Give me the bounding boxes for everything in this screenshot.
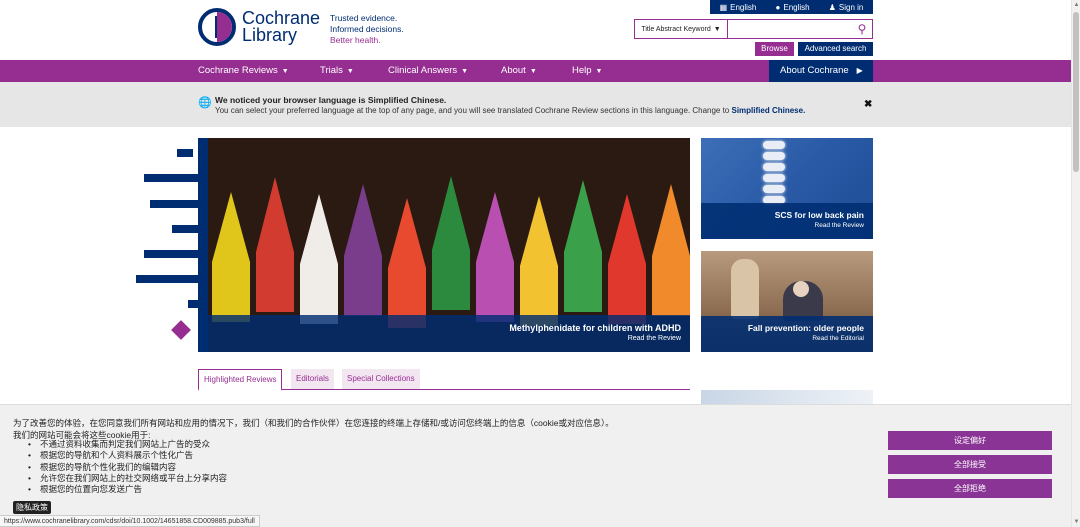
caret-down-icon: ▼ (281, 68, 289, 75)
globe-icon: 🌐 (198, 97, 212, 109)
nav-label: Trials (320, 65, 343, 76)
decor-bar (177, 149, 193, 157)
globe-icon: ● (775, 2, 781, 12)
caret-down-icon: ▼ (346, 68, 354, 75)
utility-bar: ▦ English ● English ♟ Sign in (710, 0, 873, 14)
person-head-image (793, 281, 809, 297)
cochrane-library-logo[interactable]: Cochrane Library (198, 8, 320, 46)
nav-label: About (501, 65, 526, 76)
language-notice-body: You can select your preferred language a… (215, 106, 805, 115)
decor-bar (188, 300, 198, 308)
browse-button[interactable]: Browse (755, 42, 794, 56)
content-tabs: Highlighted Reviews Editorials Special C… (198, 369, 690, 391)
scrollbar-thumb[interactable] (1073, 12, 1079, 172)
cookie-reject-all-button[interactable]: 全部拒绝 (888, 479, 1052, 498)
language-label-2: English (783, 2, 810, 12)
chevron-down-icon: ▼ (713, 25, 721, 33)
card-title: Fall prevention: older people (747, 323, 864, 333)
nav-item-cochrane-reviews[interactable]: Cochrane Reviews ▼ (198, 60, 289, 82)
nav-item-about[interactable]: About ▼ (501, 60, 537, 82)
main-nav: Cochrane Reviews ▼ Trials ▼ Clinical Answe… (0, 60, 1071, 82)
tab-special-collections[interactable]: Special Collections (342, 369, 420, 389)
change-language-link[interactable]: Simplified Chinese. (732, 106, 806, 115)
caret-down-icon: ▼ (461, 68, 469, 75)
nav-item-help[interactable]: Help ▼ (572, 60, 602, 82)
card-subtitle: Read the Review (814, 222, 865, 229)
decor-bar (144, 174, 198, 182)
nav-label: Help (572, 65, 592, 76)
sign-in-label: Sign in (838, 2, 864, 12)
about-cochrane-label: About Cochrane (780, 65, 849, 76)
about-cochrane-button[interactable]: About Cochrane ▶ (769, 60, 873, 82)
cookie-purpose-list: 不通过资料收集而判定我们网站上广告的受众 根据您的导航和个人资料展示个性化广告 … (28, 439, 227, 496)
privacy-policy-link[interactable]: 隐私政策 (13, 501, 51, 514)
tagline-line-2: Informed decisions. (330, 24, 404, 34)
feature-card-scs-low-back-pain[interactable]: SCS for low back pain Read the Review (701, 138, 873, 239)
feature-card-fall-prevention[interactable]: Fall prevention: older people Read the E… (701, 251, 873, 352)
cookie-consent-banner: 为了改善您的体验，在您同意我们所有网站和应用的情况下，我们（和我们的合作伙伴）在… (0, 404, 1071, 527)
person-image (731, 259, 759, 319)
language-link-2[interactable]: ● English (776, 3, 810, 12)
decor-strip (198, 315, 208, 352)
decor-bar (136, 275, 198, 283)
card-title: SCS for low back pain (774, 210, 864, 220)
search-input[interactable] (728, 20, 852, 38)
scroll-up-arrow-icon[interactable]: ▲ (1073, 1, 1080, 9)
spine-image (761, 138, 787, 208)
tagline: Trusted evidence. Informed decisions. Be… (330, 13, 404, 46)
hero-title: Methylphenidate for children with ADHD (509, 323, 681, 333)
search-scope-dropdown[interactable]: Title Abstract Keyword ▼ (635, 20, 728, 38)
card-caption: SCS for low back pain Read the Review (701, 203, 873, 239)
arrow-right-icon: ▶ (856, 66, 863, 75)
close-icon[interactable]: ✖ (864, 99, 872, 110)
language-notice-banner: 🌐 We noticed your browser language is Si… (0, 82, 1071, 127)
decor-vertical-bar (198, 138, 208, 318)
list-item: 不通过资料收集而判定我们网站上广告的受众 (28, 439, 227, 451)
language-label-1: English (730, 2, 757, 12)
decor-bar (172, 225, 198, 233)
tagline-line-1: Trusted evidence. (330, 13, 398, 23)
tab-editorials[interactable]: Editorials (291, 369, 334, 389)
list-item: 允许您在我们网站上的社交网络或平台上分享内容 (28, 473, 227, 485)
hero-feature-methylphenidate[interactable]: Methylphenidate for children with ADHD R… (208, 138, 690, 352)
tab-highlighted-reviews[interactable]: Highlighted Reviews (198, 369, 283, 391)
search-bar: Title Abstract Keyword ▼ ⚲ (634, 19, 873, 39)
card-subtitle: Read the Editorial (812, 335, 864, 342)
nav-item-trials[interactable]: Trials ▼ (320, 60, 354, 82)
search-icon[interactable]: ⚲ (852, 20, 872, 38)
decor-bar (150, 200, 198, 208)
hero-caption: Methylphenidate for children with ADHD R… (208, 315, 690, 352)
sign-in-link[interactable]: ♟ Sign in (829, 3, 864, 12)
document-icon: ▦ (719, 2, 728, 12)
advanced-search-button[interactable]: Advanced search (798, 42, 873, 56)
user-icon: ♟ (828, 2, 836, 12)
cochrane-logo-icon (198, 8, 236, 46)
logo-wordmark: Cochrane Library (242, 9, 320, 45)
feature-card-partial[interactable] (701, 390, 873, 405)
list-item: 根据您的位置向您发送广告 (28, 484, 227, 496)
caret-down-icon: ▼ (595, 68, 603, 75)
list-item: 根据您的导航和个人资料展示个性化广告 (28, 450, 227, 462)
caret-down-icon: ▼ (529, 68, 537, 75)
cookie-preferences-button[interactable]: 设定偏好 (888, 431, 1052, 450)
hero-subtitle: Read the Review (627, 335, 681, 342)
card-caption: Fall prevention: older people Read the E… (701, 316, 873, 352)
scroll-down-arrow-icon[interactable]: ▼ (1073, 518, 1080, 526)
nav-item-clinical-answers[interactable]: Clinical Answers ▼ (388, 60, 468, 82)
cookie-accept-all-button[interactable]: 全部接受 (888, 455, 1052, 474)
logo-line-2: Library (242, 25, 298, 45)
cookie-intro: 为了改善您的体验，在您同意我们所有网站和应用的情况下，我们（和我们的合作伙伴）在… (13, 418, 614, 428)
decor-bar (144, 250, 198, 258)
language-notice-text: You can select your preferred language a… (215, 106, 730, 115)
language-link-1[interactable]: ▦ English (720, 3, 757, 12)
status-bar-url: https://www.cochranelibrary.com/cdsr/doi… (0, 515, 260, 527)
nav-label: Clinical Answers (388, 65, 458, 76)
tagline-line-3: Better health. (330, 35, 381, 45)
language-notice-heading: We noticed your browser language is Simp… (215, 95, 447, 105)
search-scope-label: Title Abstract Keyword (641, 25, 711, 33)
page-scrollbar[interactable]: ▲ ▼ (1071, 0, 1080, 527)
decor-diamond (171, 320, 191, 340)
nav-label: Cochrane Reviews (198, 65, 278, 76)
list-item: 根据您的导航个性化我们的编辑内容 (28, 462, 227, 474)
